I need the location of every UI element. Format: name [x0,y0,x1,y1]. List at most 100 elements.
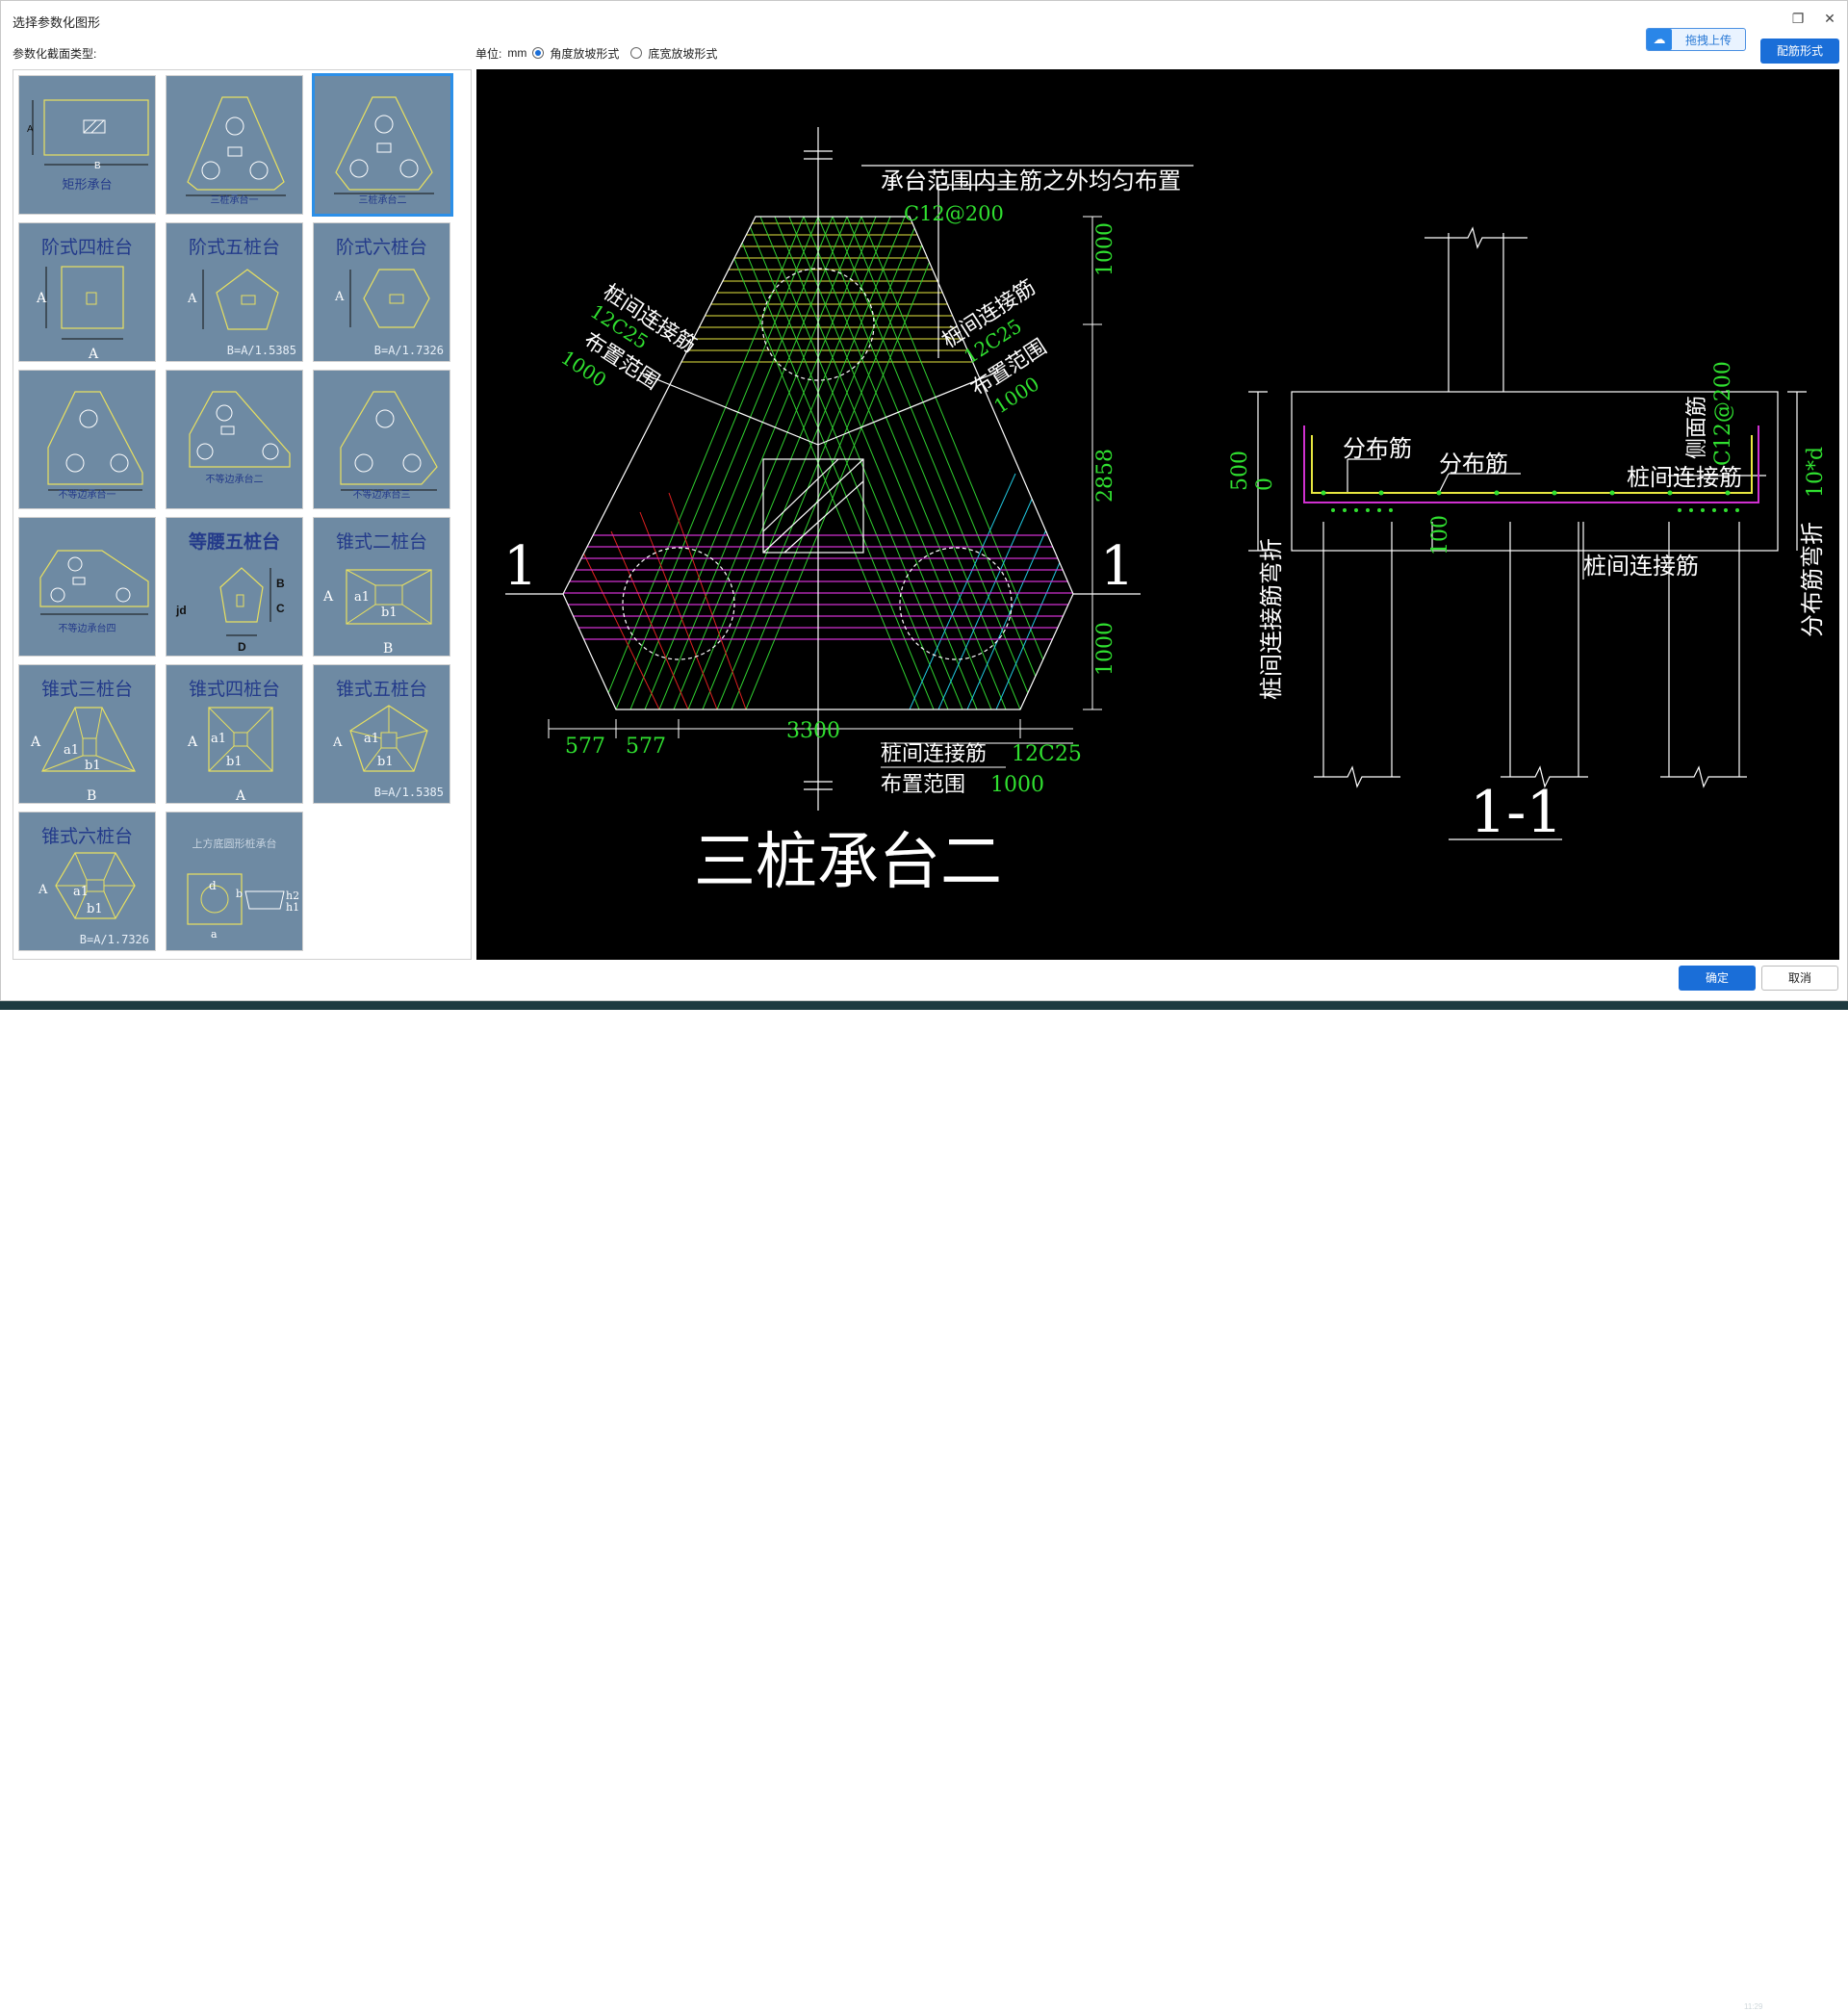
section-pile-link-1: 桩间连接筋 [1627,464,1742,491]
bottom-label-4: 1000 [990,773,1044,797]
cad-preview: 承台范围内主筋之外均匀布置 C12@200 桩间连接筋 12C25 布置范围 1… [476,69,1839,960]
svg-text:b: b [236,888,243,900]
dim-577-a: 577 [565,735,605,759]
section-right-vertical-label: 分布筋弯折 [1799,522,1826,637]
svg-text:d: d [209,879,217,892]
gallery-item-unequal-1[interactable]: 不等边承台一 [18,370,156,509]
svg-text:h1: h1 [286,901,299,914]
bottom-label-1: 桩间连接筋 [881,742,987,766]
round-pile-cap-thumbnail: d b a h2h1 [187,873,299,941]
gallery-item-round-pile-cap[interactable]: d b a h2 h1 上方底圆形桩承台 [166,812,303,951]
rect-cap-thumbnail: AB [27,99,149,171]
bottom-label-3: 布置范围 [881,773,965,797]
gallery-item-cone-five[interactable]: A a1 b1 锥式五桩台 B=A/1.5385 [313,664,450,804]
radio-angle-slope[interactable] [532,47,545,59]
rebar-form-button[interactable]: 配筋形式 [1760,39,1839,64]
section-distrib-2: 分布筋 [1439,451,1508,477]
ok-button[interactable]: 确定 [1679,966,1756,991]
svg-text:a1: a1 [364,732,379,746]
gallery-caption: 锥式三桩台 [40,679,133,700]
unit-value: mm [507,46,527,60]
dialog-title: 选择参数化图形 [13,15,101,30]
section-dim-10d: 10*d [1804,447,1828,498]
gallery-item-cone-six[interactable]: A a1 b1 锥式六桩台 B=A/1.7326 [18,812,156,951]
gallery-caption: 上方底圆形桩承台 [192,838,277,850]
section-side-rebar: 侧面筋 [1685,396,1709,459]
radio-bottom-width-slope[interactable] [630,47,643,59]
drag-upload-button[interactable]: ☁ 拖拽上传 [1646,28,1746,51]
gallery-caption: 锥式五桩台 [335,679,427,700]
svg-text:A: A [187,735,198,750]
svg-text:A: A [332,735,343,750]
shape-gallery: AB 矩形承台 三桩承台一 三桩承台二 A A 阶式四桩台 A 阶式五桩台 B=… [13,69,472,960]
svg-text:D: D [238,640,246,654]
svg-text:A: A [38,883,48,897]
svg-text:a1: a1 [73,885,89,899]
svg-text:b1: b1 [377,755,394,769]
section-title: 1-1 [1470,779,1563,846]
svg-text:B: B [276,577,285,590]
svg-text:a: a [211,928,218,941]
svg-text:A: A [27,124,34,135]
svg-text:A: A [235,788,246,804]
unequal-4-thumbnail [39,550,149,615]
section-mark-left: 1 [503,535,538,598]
gallery-formula: B=A/1.5385 [226,344,296,357]
gallery-item-step-four[interactable]: A A 阶式四桩台 [18,222,156,362]
gallery-item-cone-two[interactable]: A a1 b1 B 锥式二桩台 [313,517,450,657]
taskbar-clock: 11:29 [1744,2002,1763,2011]
cad-drawing: 承台范围内主筋之外均匀布置 C12@200 桩间连接筋 12C25 布置范围 1… [503,127,1828,898]
gallery-caption: 不等边承台四 [58,624,116,634]
gallery-caption: 阶式五桩台 [188,237,280,258]
dim-1000-top: 1000 [1093,222,1117,276]
svg-text:a1: a1 [354,590,370,605]
section-pile-link-2: 桩间连接筋 [1583,553,1699,580]
gallery-item-three-pile-2[interactable]: 三桩承台二 [312,73,453,217]
gallery-item-step-five[interactable]: A 阶式五桩台 B=A/1.5385 [166,222,303,362]
gallery-item-unequal-2[interactable]: 不等边承台二 [166,370,303,509]
svg-text:A: A [36,291,47,306]
radio-bottom-width-slope-label[interactable]: 底宽放坡形式 [648,45,717,62]
gallery-item-rect-cap[interactable]: AB 矩形承台 [18,75,156,215]
svg-text:b1: b1 [226,755,243,769]
section-mark-right: 1 [1100,535,1135,598]
svg-text:jd: jd [175,604,187,617]
gallery-caption: 矩形承台 [62,178,113,193]
svg-text:B: B [94,161,101,171]
unit-label: 单位: [475,46,502,61]
gallery-caption: 等腰五桩台 [188,531,280,553]
svg-text:A: A [334,290,345,304]
unequal-2-thumbnail [189,391,291,468]
section-left-vertical-label: 桩间连接筋弯折 [1258,538,1285,700]
gallery-item-step-six[interactable]: A 阶式六桩台 B=A/1.7326 [313,222,450,362]
gallery-item-three-pile-1[interactable]: 三桩承台一 [166,75,303,215]
cloud-icon: ☁ [1647,29,1672,50]
gallery-caption: 不等边承台二 [205,475,264,485]
svg-text:A: A [322,589,334,605]
svg-text:A: A [30,735,41,750]
svg-text:a1: a1 [211,732,226,746]
gallery-item-unequal-3[interactable]: 不等边承台三 [313,370,450,509]
section-view [1248,226,1807,840]
plan-title: 三桩承台二 [694,827,1002,898]
restore-icon[interactable]: ❐ [1789,10,1807,27]
dim-1000-bottom: 1000 [1093,622,1117,676]
gallery-item-unequal-4[interactable]: 不等边承台四 [18,517,156,657]
section-type-label: 参数化截面类型: [13,47,97,61]
gallery-formula: B=A/1.7326 [79,933,149,946]
gallery-caption: 阶式四桩台 [40,237,133,258]
radio-angle-slope-label[interactable]: 角度放坡形式 [550,45,619,62]
gallery-item-cone-three[interactable]: A a1 b1 B 锥式三桩台 [18,664,156,804]
cancel-button[interactable]: 取消 [1761,966,1838,991]
section-dim-0: 0 [1253,477,1277,491]
section-side-rebar-spec: C12@200 [1711,361,1735,466]
dialog-window: 选择参数化图形 ❐ ✕ 参数化截面类型: 单位: mm 角度放坡形式 底宽放坡形… [0,0,1848,1001]
gallery-item-isosceles-five[interactable]: BC Djd 等腰五桩台 [166,517,303,657]
dim-577-b: 577 [626,735,666,759]
svg-text:B: B [87,788,96,804]
close-icon[interactable]: ✕ [1821,10,1838,27]
unit-row: 单位: mm 角度放坡形式 底宽放坡形式 [475,44,723,62]
svg-text:b1: b1 [381,606,398,620]
gallery-formula: B=A/1.7326 [373,344,444,357]
gallery-item-cone-four[interactable]: A a1 b1 A 锥式四桩台 [166,664,303,804]
